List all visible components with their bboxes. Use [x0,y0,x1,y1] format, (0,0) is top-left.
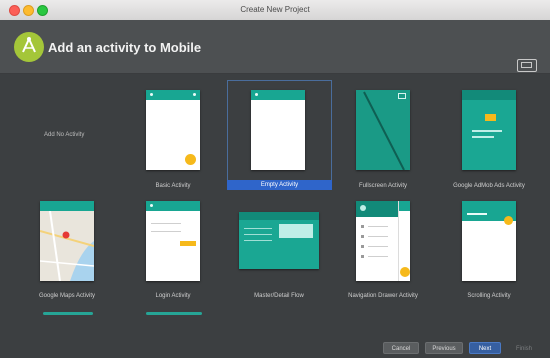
finish-button[interactable]: Finish [508,342,540,354]
maps-activity-preview [40,201,94,281]
activity-gallery: Add No Activity Basic Activity Empty Act… [0,74,550,334]
tile-underline [146,312,202,315]
wizard-header: Add an activity to Mobile [0,20,550,74]
tile-fullscreen-activity[interactable]: Fullscreen Activity [356,90,410,192]
window-title: Create New Project [240,5,310,14]
fab-icon [185,154,196,165]
admob-activity-preview [462,90,516,170]
empty-activity-preview [251,90,305,170]
fab-icon [400,267,410,277]
scrolling-activity-preview [462,201,516,281]
master-detail-preview [239,212,319,269]
tile-label: Navigation Drawer Activity [348,293,418,299]
tile-basic-activity[interactable]: Basic Activity [146,90,200,192]
tile-label-selected: Empty Activity [227,180,332,190]
android-studio-logo-icon [14,32,44,62]
tile-navigation-drawer-activity[interactable]: Navigation Drawer Activity [348,201,418,303]
login-activity-preview [146,201,200,281]
tile-label: Fullscreen Activity [358,183,407,189]
tile-empty-activity[interactable] [251,90,305,170]
tile-google-maps-activity[interactable]: Google Maps Activity [39,201,95,303]
wizard-footer: Cancel Previous Next Finish [0,334,550,358]
nav-drawer-preview [356,201,410,281]
window-titlebar: Create New Project [0,0,550,21]
add-no-activity-option[interactable]: Add No Activity [44,132,84,138]
tile-admob-activity[interactable]: Google AdMob Ads Activity [453,90,525,192]
tile-login-activity[interactable]: Login Activity [146,201,200,303]
device-icon [517,59,537,72]
basic-activity-preview [146,90,200,170]
tile-label: Google Maps Activity [38,293,96,299]
tile-master-detail-flow[interactable]: Master/Detail Flow [239,212,319,303]
tile-label: Basic Activity [155,183,191,189]
cancel-button[interactable]: Cancel [383,342,419,354]
tile-label: Login Activity [155,293,191,299]
page-title: Add an activity to Mobile [48,40,202,55]
tile-label: Google AdMob Ads Activity [453,183,525,189]
fullscreen-activity-preview [356,90,410,170]
tile-scrolling-activity[interactable]: Scrolling Activity [462,201,516,303]
fab-icon [504,216,513,225]
tile-label: Scrolling Activity [467,293,511,299]
tile-label: Master/Detail Flow [254,293,304,299]
next-button[interactable]: Next [469,342,501,354]
previous-button[interactable]: Previous [425,342,463,354]
tile-underline [43,312,93,315]
